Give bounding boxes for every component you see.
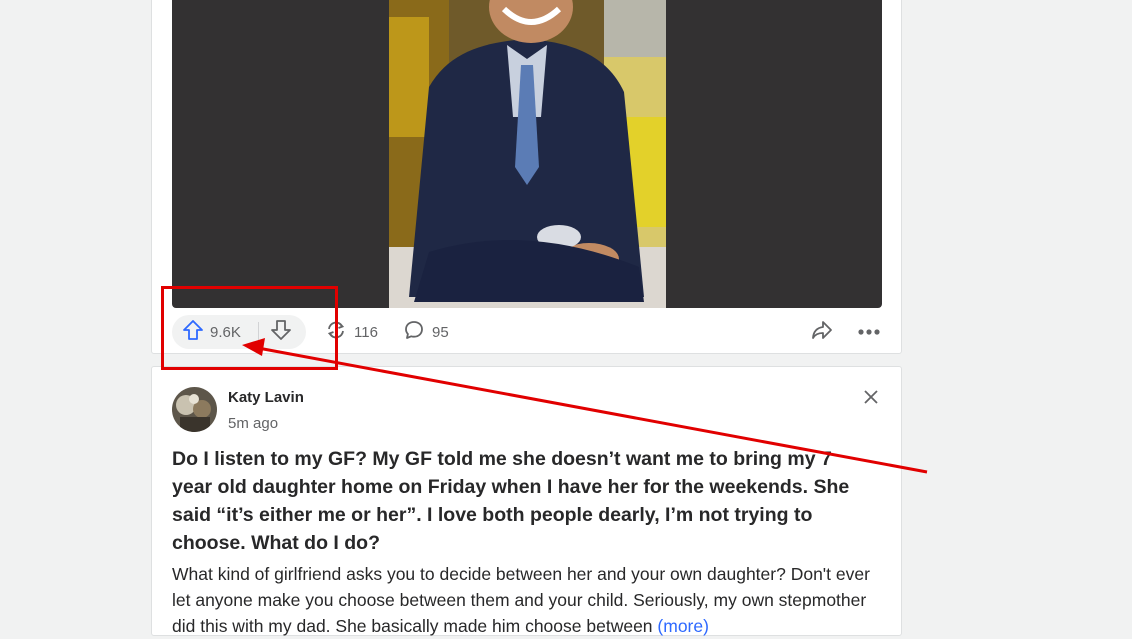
upvote-count: 9.6K [210,323,241,341]
arrow-down-icon [270,319,292,346]
vote-pill: 9.6K [172,315,306,349]
more-options-button[interactable] [856,320,882,344]
downvote-button[interactable] [268,319,294,346]
comment-button[interactable]: 95 [403,320,449,344]
more-link[interactable]: (more) [657,616,709,636]
post-card-bottom: Katy Lavin 5m ago Do I listen to my GF? … [151,366,902,636]
arrow-up-icon [182,319,204,346]
close-button[interactable] [859,387,883,411]
vote-divider [258,322,259,342]
post-timestamp[interactable]: 5m ago [228,415,278,432]
question-title[interactable]: Do I listen to my GF? My GF told me she … [172,445,872,557]
more-dots-icon [858,323,880,341]
reshare-count: 116 [354,323,378,341]
comment-bubble-icon [403,319,425,346]
reshare-button[interactable]: 116 [325,320,378,344]
close-icon [863,389,879,410]
avatar[interactable] [172,387,217,432]
author-name[interactable]: Katy Lavin [228,389,304,406]
post-image[interactable] [172,0,882,308]
forward-button[interactable] [809,320,835,344]
comment-count: 95 [432,323,449,341]
forward-arrow-icon [810,319,834,346]
answer-text: What kind of girlfriend asks you to deci… [172,561,882,639]
reshare-icon [325,319,347,346]
upvote-button[interactable]: 9.6K [182,319,241,346]
answer-body: What kind of girlfriend asks you to deci… [172,564,870,636]
person-photo [389,0,666,308]
post-card-top: 9.6K 116 95 [151,0,902,354]
